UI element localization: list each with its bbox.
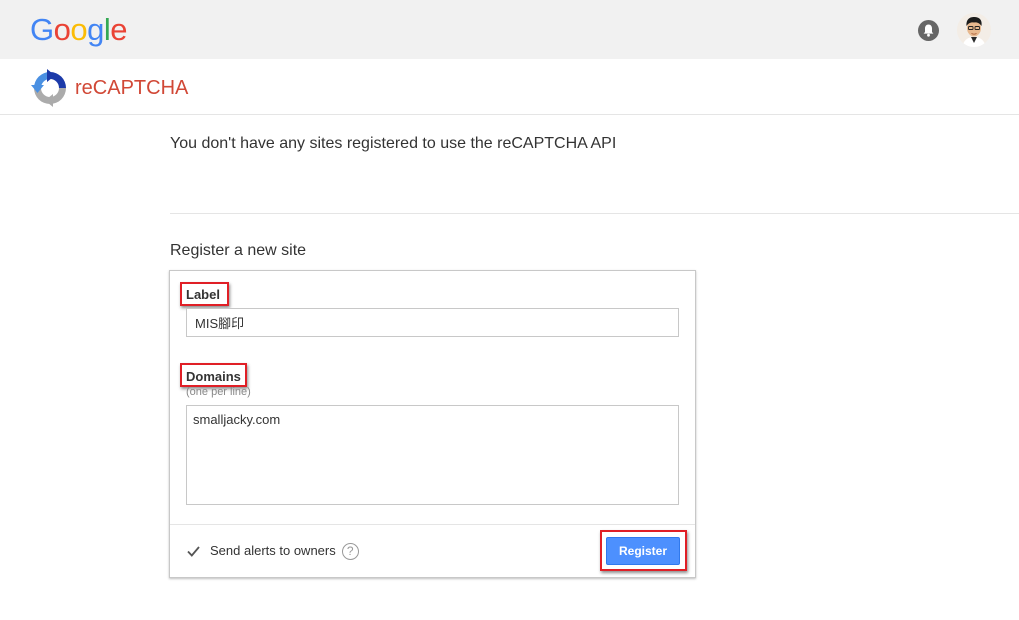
google-logo-letter: o [70,12,88,47]
send-alerts-label[interactable]: Send alerts to owners [210,543,336,559]
google-logo[interactable]: Google [30,12,128,47]
domains-highlight-box [180,363,247,387]
register-highlight-box [600,530,687,571]
user-avatar[interactable] [957,13,991,47]
domains-textarea[interactable]: smalljacky.com [186,405,679,505]
product-title[interactable]: reCAPTCHA [75,76,188,100]
label-highlight-box [180,282,229,306]
google-top-bar: Google [0,0,1019,59]
section-divider [170,213,1019,214]
domains-hint: (one per line) [186,386,251,398]
no-sites-message: You don't have any sites registered to u… [170,135,617,152]
register-heading: Register a new site [170,242,307,259]
label-input[interactable] [186,308,679,337]
send-alerts-checkbox[interactable] [186,544,201,559]
google-logo-letter: o [53,12,71,47]
recaptcha-logo-icon[interactable] [30,68,70,108]
google-logo-letter: G [30,12,54,47]
google-logo-letter: e [110,12,128,47]
notifications-bell-icon[interactable] [918,20,939,41]
send-alerts-row: Send alerts to owners ? [186,542,359,560]
help-icon[interactable]: ? [341,542,359,560]
google-logo-letter: g [87,12,104,47]
